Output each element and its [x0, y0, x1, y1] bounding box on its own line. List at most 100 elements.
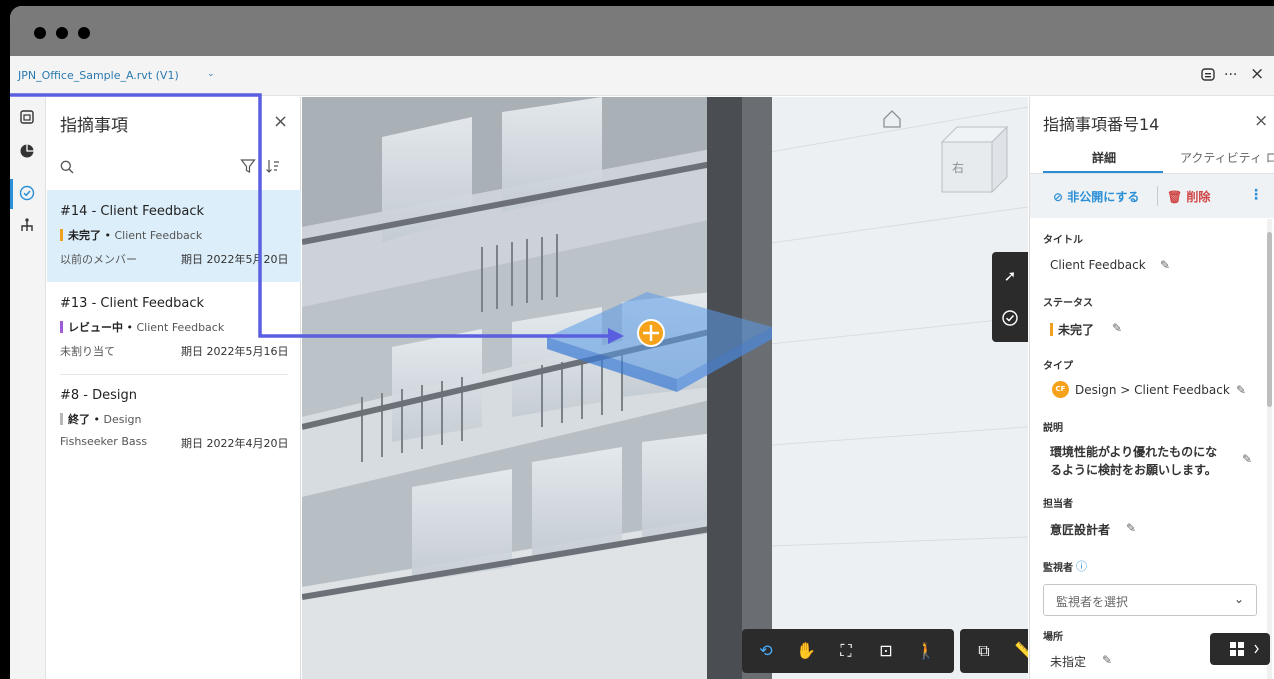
info-icon[interactable]: ⓘ — [1076, 558, 1087, 574]
issue-due-date: 期日 2022年4月20日 — [181, 437, 289, 450]
issue-item-13[interactable]: #13 - Client Feedback レビュー中 • Client Fee… — [47, 282, 301, 374]
issue-status: 未完了 — [68, 229, 101, 242]
filter-icon[interactable] — [240, 158, 256, 178]
delete-label: 削除 — [1186, 190, 1211, 204]
issue-due-date: 期日 2022年5月16日 — [181, 345, 289, 358]
watchers-select[interactable]: 監視者を選択 ⌄ — [1043, 584, 1257, 616]
file-bar: JPN_Office_Sample_A.rvt (V1) ⌄ ··· × — [10, 56, 1274, 96]
issue-status-line: 未完了 • Client Feedback — [60, 227, 202, 243]
panel-title: 指摘事項 — [60, 116, 128, 136]
chevron-down-icon[interactable]: ⌄ — [207, 69, 215, 79]
issue-type: Client Feedback — [114, 229, 203, 242]
issue-pin[interactable] — [638, 320, 664, 346]
zoom-window-icon[interactable]: ⊡ — [874, 639, 898, 663]
field-label-assignee: 担当者 — [1043, 499, 1073, 510]
left-toolbar — [10, 97, 46, 679]
hierarchy-icon[interactable] — [18, 217, 36, 235]
status-text: 未完了 — [1058, 323, 1095, 337]
issue-assignee: 未割り当て — [60, 345, 115, 358]
field-value-assignee: 意匠設計者 — [1050, 523, 1111, 537]
issue-assignee: 以前のメンバー — [60, 253, 137, 266]
field-value-description-line1: 環境性能がより優れたものにな — [1050, 445, 1218, 459]
walk-icon[interactable]: 🚶 — [914, 639, 938, 663]
more-actions-icon[interactable]: ⋮ — [1249, 187, 1263, 203]
section-box-icon[interactable]: ⧉ — [972, 639, 996, 663]
edit-pencil-icon[interactable]: ✎ — [1102, 653, 1112, 667]
more-icon[interactable]: ··· — [1224, 67, 1237, 83]
tab-activity-log[interactable]: アクティビティ ログ — [1180, 149, 1274, 166]
field-value-title: Client Feedback — [1050, 258, 1146, 272]
status-color-bar — [1050, 323, 1053, 336]
edit-pencil-icon[interactable]: ✎ — [1242, 452, 1252, 466]
scrollbar-thumb[interactable] — [1267, 232, 1272, 407]
chat-icon[interactable] — [1200, 67, 1216, 87]
issue-title: #8 - Design — [60, 388, 138, 403]
field-value-status[interactable]: 未完了 — [1050, 321, 1094, 338]
issues-icon[interactable] — [18, 185, 36, 203]
create-issue-icon[interactable] — [998, 306, 1022, 330]
edit-pencil-icon[interactable]: ✎ — [1236, 383, 1246, 397]
issue-assignee: Fishseeker Bass — [60, 435, 148, 448]
navigation-group: ⟲ ✋ ⛶ ⊡ 🚶 — [742, 629, 954, 673]
window-minimize-dot[interactable] — [56, 27, 68, 39]
select-cursor-icon[interactable]: ➚ — [998, 264, 1022, 288]
delete-button[interactable]: 🗑 削除 — [1167, 188, 1210, 205]
issue-status-line: レビュー中 • Client Feedback — [60, 319, 224, 335]
issues-panel: 指摘事項 × #14 - Client Feedback 未完了 • Clien… — [47, 97, 301, 679]
navigation-toolbar: ⟲ ✋ ⛶ ⊡ 🚶 ⧉ 📏 ⚙ ▤ ⤢ — [742, 629, 1028, 673]
pan-icon[interactable]: ✋ — [794, 639, 818, 663]
orbit-icon[interactable]: ⟲ — [754, 639, 778, 663]
separator: • — [123, 321, 137, 334]
close-icon[interactable]: × — [1250, 64, 1264, 84]
tab-details[interactable]: 詳細 — [1092, 149, 1116, 166]
home-icon[interactable] — [876, 111, 900, 135]
action-bar: ⊘ 非公開にする 🗑 削除 ⋮ — [1030, 174, 1274, 218]
side-tools: ➚ — [992, 252, 1028, 342]
status-color-bar — [60, 321, 63, 333]
field-value-type: Design > Client Feedback — [1075, 383, 1230, 397]
issue-type: Client Feedback — [136, 321, 225, 334]
tools-group: ⧉ 📏 — [960, 629, 1028, 673]
sort-icon[interactable] — [265, 158, 281, 178]
field-label-description: 説明 — [1043, 423, 1063, 434]
view-cube-face-label[interactable]: 右 — [952, 159, 964, 176]
status-color-bar — [60, 229, 63, 241]
field-label-watchers: 監視者 — [1043, 563, 1073, 574]
divider — [1157, 186, 1158, 206]
unpublish-button[interactable]: ⊘ 非公開にする — [1053, 188, 1139, 205]
field-label-title: タイトル — [1043, 235, 1083, 246]
issue-title: #13 - Client Feedback — [60, 296, 205, 311]
status-color-bar — [60, 413, 63, 425]
issue-item-14[interactable]: #14 - Client Feedback 未完了 • Client Feedb… — [47, 190, 301, 282]
file-name-button[interactable]: JPN_Office_Sample_A.rvt (V1) — [18, 69, 179, 82]
issue-type: Design — [103, 413, 142, 426]
building-facade-render — [302, 97, 1028, 679]
trash-icon: 🗑 — [1167, 190, 1187, 204]
type-badge: CF — [1052, 381, 1069, 398]
window-zoom-dot[interactable] — [78, 27, 90, 39]
window-close-dot[interactable] — [34, 27, 46, 39]
app-window: JPN_Office_Sample_A.rvt (V1) ⌄ ··· × 指摘事… — [10, 6, 1274, 679]
search-icon[interactable] — [60, 160, 74, 178]
issue-due-date: 期日 2022年5月20日 — [181, 253, 289, 266]
fit-icon[interactable]: ⛶ — [834, 639, 858, 663]
measure-icon[interactable]: 📏 — [1012, 639, 1028, 663]
field-label-location: 場所 — [1043, 632, 1063, 643]
models-icon[interactable] — [18, 143, 36, 161]
model-viewport[interactable]: 右 ⟲ ✋ ⛶ ⊡ 🚶 ⧉ 📏 ⚙ ▤ ⤢ — [302, 97, 1028, 679]
edit-pencil-icon[interactable]: ✎ — [1160, 258, 1170, 272]
edit-pencil-icon[interactable]: ✎ — [1112, 321, 1122, 335]
separator: • — [101, 229, 115, 242]
field-label-status: ステータス — [1043, 298, 1093, 309]
sheets-icon[interactable] — [18, 109, 36, 127]
separator: • — [90, 413, 104, 426]
field-label-type: タイプ — [1043, 361, 1073, 372]
close-icon[interactable]: × — [273, 111, 288, 132]
chevron-down-icon: ⌄ — [1234, 592, 1245, 606]
edit-pencil-icon[interactable]: ✎ — [1126, 521, 1136, 535]
close-icon[interactable]: × — [1254, 111, 1268, 131]
issue-detail-panel: 指摘事項番号14 × 詳細 アクティビティ ログ ⊘ 非公開にする 🗑 削除 ⋮… — [1029, 97, 1274, 679]
watchers-placeholder: 監視者を選択 — [1056, 595, 1129, 609]
issue-item-8[interactable]: #8 - Design 終了 • Design Fishseeker Bass … — [47, 374, 301, 466]
apps-grid-button[interactable] — [1210, 633, 1270, 665]
